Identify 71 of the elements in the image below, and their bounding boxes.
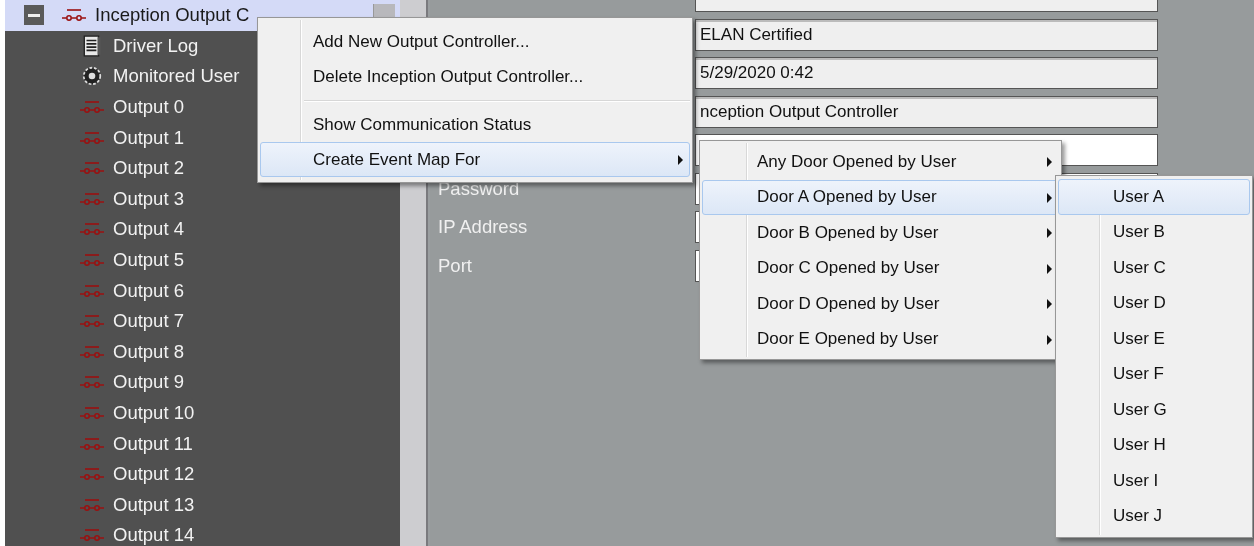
tree-item[interactable]: Output 4 xyxy=(5,214,400,245)
tree-label: Output 2 xyxy=(113,157,184,180)
menu-item[interactable]: User E xyxy=(1058,321,1250,357)
switch-icon xyxy=(79,161,105,176)
tree-label: Inception Output C xyxy=(95,4,250,27)
tree-item[interactable]: Output 14 xyxy=(5,520,400,546)
menu-item[interactable]: User B xyxy=(1058,214,1250,250)
input-field[interactable]: ELAN Certified xyxy=(695,18,1158,51)
tree-label: Output 8 xyxy=(113,340,184,363)
tree-label: Output 6 xyxy=(113,279,184,302)
tree-label: Output 0 xyxy=(113,96,184,119)
input-field[interactable]: 5/29/2020 0:42 xyxy=(695,57,1158,89)
menu-item[interactable]: Create Event Map For xyxy=(260,142,690,177)
submenu-arrow-icon xyxy=(1047,157,1052,167)
switch-icon xyxy=(79,528,105,543)
menu-item[interactable]: User H xyxy=(1058,427,1250,463)
tree-label: Output 12 xyxy=(113,463,195,486)
switch-icon xyxy=(79,436,105,451)
tree-item[interactable]: Output 8 xyxy=(5,336,400,368)
switch-icon xyxy=(79,314,105,329)
switch-icon xyxy=(79,100,105,115)
tree-label: Output 1 xyxy=(113,126,184,149)
tree-item[interactable]: Output 3 xyxy=(5,183,400,215)
tree-item[interactable]: Output 9 xyxy=(5,367,400,398)
field-label: IP Address xyxy=(438,216,529,238)
tree-label: Output 4 xyxy=(113,218,184,241)
tree-label: Driver Log xyxy=(113,34,199,57)
switch-icon xyxy=(79,406,105,420)
field-label: Port xyxy=(438,254,473,277)
tree-label: Output 14 xyxy=(113,524,195,546)
menu-item[interactable]: User A xyxy=(1058,179,1250,215)
menu-item[interactable]: User I xyxy=(1058,463,1250,499)
menu-item[interactable]: User C xyxy=(1058,250,1250,286)
switch-icon xyxy=(79,283,105,298)
tree-item[interactable]: Output 7 xyxy=(5,305,400,337)
tree-label: Output 9 xyxy=(113,371,184,394)
switch-icon xyxy=(79,497,105,512)
tree-label: Output 5 xyxy=(113,249,184,272)
menu-item[interactable]: User F xyxy=(1058,356,1250,392)
switch-icon xyxy=(79,375,105,390)
tree-item[interactable]: Output 12 xyxy=(5,458,400,490)
tree-item[interactable]: Output 6 xyxy=(5,275,400,306)
tree-label: Output 11 xyxy=(113,432,193,455)
switch-icon xyxy=(79,130,105,145)
tree-item[interactable]: Output 5 xyxy=(5,244,400,276)
document-icon xyxy=(81,34,103,57)
menu-item[interactable]: Any Door Opened by User xyxy=(702,144,1059,180)
tree-label: Output 10 xyxy=(113,402,195,424)
switch-icon xyxy=(79,222,105,237)
submenu-arrow-icon xyxy=(678,155,683,165)
tree-label: Output 7 xyxy=(113,310,184,333)
menu-item[interactable]: Show Communication Status xyxy=(260,107,690,142)
switch-icon xyxy=(61,8,87,23)
tree-label: Output 13 xyxy=(113,493,195,516)
menu-item[interactable]: User J xyxy=(1058,498,1250,534)
switch-icon xyxy=(79,467,105,482)
field-label: Password xyxy=(438,177,521,200)
collapse-toggle[interactable] xyxy=(24,5,44,26)
switch-icon xyxy=(79,191,105,206)
input-field[interactable]: nception Output Controller xyxy=(695,95,1158,128)
menu-item[interactable]: User G xyxy=(1058,392,1250,428)
menu-item[interactable]: User D xyxy=(1058,285,1250,321)
tree-label: Monitored User xyxy=(113,65,240,88)
switch-icon xyxy=(79,344,105,359)
switch-icon xyxy=(79,253,105,268)
gear-icon xyxy=(81,65,103,88)
menu-item[interactable]: Delete Inception Output Controller... xyxy=(260,59,690,94)
tree-item[interactable]: Output 13 xyxy=(5,489,400,521)
tree-item[interactable]: Output 11 xyxy=(5,428,400,459)
tree-label: Output 3 xyxy=(113,187,184,210)
tree-item[interactable]: Output 10 xyxy=(5,397,400,429)
